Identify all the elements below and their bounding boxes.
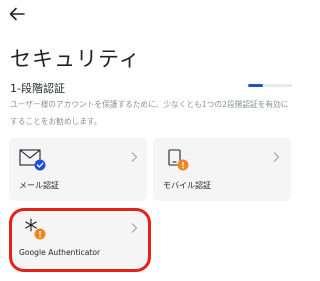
authenticator-icon xyxy=(25,218,46,240)
chevron-right-icon xyxy=(131,223,138,233)
email-auth-label: メール認証 xyxy=(19,181,59,190)
security-progress-bar xyxy=(248,84,292,87)
chevron-right-icon xyxy=(131,152,138,162)
mail-icon xyxy=(19,149,46,171)
security-level-label: 1-段階認証 xyxy=(10,82,65,95)
mobile-auth-card[interactable]: モバイル認証 xyxy=(153,137,291,201)
check-badge-icon xyxy=(34,159,46,171)
google-authenticator-card[interactable]: Google Authenticator xyxy=(11,210,149,270)
warning-badge-icon xyxy=(177,159,189,171)
google-authenticator-label: Google Authenticator xyxy=(19,248,101,257)
warning-badge-icon xyxy=(34,228,46,240)
page-title: セキュリティ xyxy=(10,47,141,71)
security-description: ユーザー様のアカウントを保護するために、少なくとも1つの2段階認証を有効にするこ… xyxy=(10,100,289,126)
mobile-auth-label: モバイル認証 xyxy=(163,181,211,190)
phone-icon xyxy=(168,149,189,171)
security-progress-fill xyxy=(248,84,263,87)
chevron-right-icon xyxy=(273,152,280,162)
back-arrow-icon[interactable] xyxy=(7,4,27,24)
email-auth-card[interactable]: メール認証 xyxy=(9,137,147,201)
